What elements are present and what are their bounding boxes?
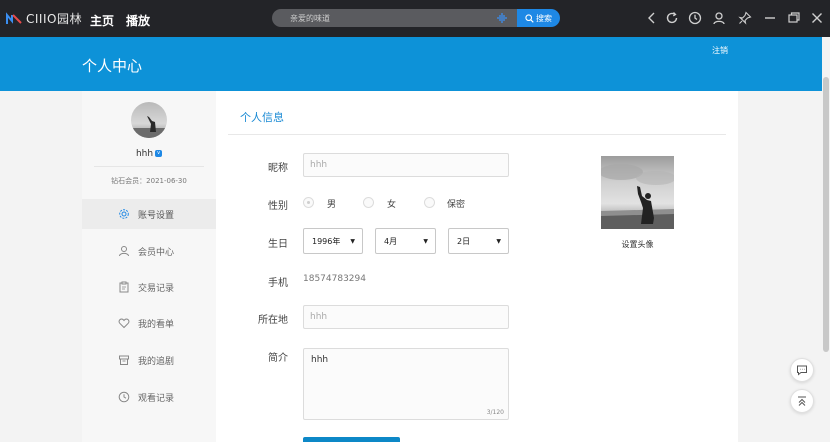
sidebar-item-label: 我的追剧 [138,356,175,367]
logo-icon [6,11,22,24]
caret-down-icon: ▼ [496,238,501,245]
search-button-label: 搜索 [536,13,552,23]
sidebar-divider [94,166,204,167]
section-title: 个人信息 [240,111,284,124]
refresh-icon[interactable] [665,11,679,25]
gear-icon [119,209,129,219]
back-to-top-button[interactable] [790,389,814,413]
birthday-label: 生日 [268,239,288,250]
sidebar-item-label: 我的看单 [138,319,175,330]
birth-day-value: 2日 [457,236,471,246]
avatar-image [131,102,167,138]
profile-avatar[interactable] [601,156,674,229]
gender-male-radio[interactable] [303,197,314,208]
nickname-label: 昵称 [268,163,288,174]
page-header: 个人中心 注销 [0,37,830,91]
app-logo[interactable]: CIIIO园林 [6,10,82,27]
back-to-top-icon [798,396,806,406]
user-icon[interactable] [712,11,726,25]
birth-year-value: 1996年 [312,236,341,246]
bio-text: hhh [311,355,329,365]
sidebar-item-transactions[interactable]: 交易记录 [82,272,216,302]
gender-label: 性别 [268,201,288,212]
set-avatar-link[interactable]: 设置头像 [601,239,674,250]
scrollbar-thumb[interactable] [823,77,829,352]
voice-search-icon[interactable] [496,12,510,24]
user-icon [119,246,129,257]
sidebar-item-label: 观看记录 [138,393,175,404]
birth-month-value: 4月 [384,236,398,246]
caret-down-icon: ▼ [423,238,428,245]
avatar[interactable] [131,102,167,138]
sidebar-item-label: 账号设置 [138,210,175,221]
phone-label: 手机 [268,278,288,289]
sidebar-item-watch-history[interactable]: 观看记录 [82,382,216,412]
profile-panel: 个人信息 昵称 性别 男 女 保密 生日 1996年 ▼ 4月 ▼ 2日 ▼ 手… [216,91,738,442]
chevron-down-icon[interactable] [72,15,82,23]
search-box [272,9,518,27]
back-icon[interactable] [645,11,659,25]
location-label: 所在地 [258,315,288,326]
gender-secret-label: 保密 [447,200,466,210]
search-button[interactable]: 搜索 [517,9,560,27]
gender-female-radio[interactable] [363,197,374,208]
nav-play[interactable]: 播放 [126,12,150,29]
profile-avatar-image [601,156,674,229]
clipboard-icon [119,281,129,293]
sidebar-item-my-series[interactable]: 我的追剧 [82,345,216,375]
save-button[interactable] [303,437,400,442]
close-icon[interactable] [810,11,824,25]
box-icon [119,355,129,365]
gender-secret-radio[interactable] [424,197,435,208]
history-icon[interactable] [688,11,702,25]
bio-label: 简介 [268,353,288,364]
feedback-button[interactable] [790,358,814,382]
gender-male-label: 男 [327,200,337,210]
membership-expiry: 钻石会员：2021-06-30 [111,177,187,185]
phone-value: 18574783294 [303,274,366,284]
sidebar-item-label: 会员中心 [138,247,175,258]
caret-down-icon: ▼ [350,238,355,245]
logout-link[interactable]: 注销 [712,45,728,56]
sidebar: hhh v 钻石会员：2021-06-30 账号设置 会员中心 交易记录 我的看单… [82,91,216,442]
section-divider [228,134,726,135]
birth-year-select[interactable]: 1996年 ▼ [303,228,363,254]
heart-icon [118,318,130,329]
restore-icon[interactable] [787,11,801,25]
sidebar-item-my-watchlist[interactable]: 我的看单 [82,308,216,338]
sidebar-item-member-center[interactable]: 会员中心 [82,236,216,266]
vip-badge-icon: v [155,150,163,157]
bio-char-counter: 3/120 [486,409,504,416]
username: hhh v [82,149,216,159]
bio-textarea[interactable]: hhh 3/120 [303,348,509,420]
page-title: 个人中心 [82,57,143,75]
top-bar: CIIIO园林 主页 播放 搜索 [0,0,830,37]
birth-day-select[interactable]: 2日 ▼ [448,228,509,254]
username-text: hhh [135,149,154,159]
birth-month-select[interactable]: 4月 ▼ [375,228,436,254]
nickname-input[interactable] [303,153,509,177]
nav-home[interactable]: 主页 [90,12,114,29]
chat-icon [797,365,807,376]
gender-female-label: 女 [387,200,397,210]
minimize-icon[interactable] [763,11,777,25]
search-icon [525,13,534,23]
pin-icon[interactable] [738,11,752,25]
location-input[interactable] [303,305,509,329]
sidebar-item-label: 交易记录 [138,283,175,294]
search-input[interactable] [290,9,490,27]
scrollbar-track[interactable] [822,37,830,442]
clock-icon [118,391,130,403]
sidebar-item-account-settings[interactable]: 账号设置 [82,199,216,229]
